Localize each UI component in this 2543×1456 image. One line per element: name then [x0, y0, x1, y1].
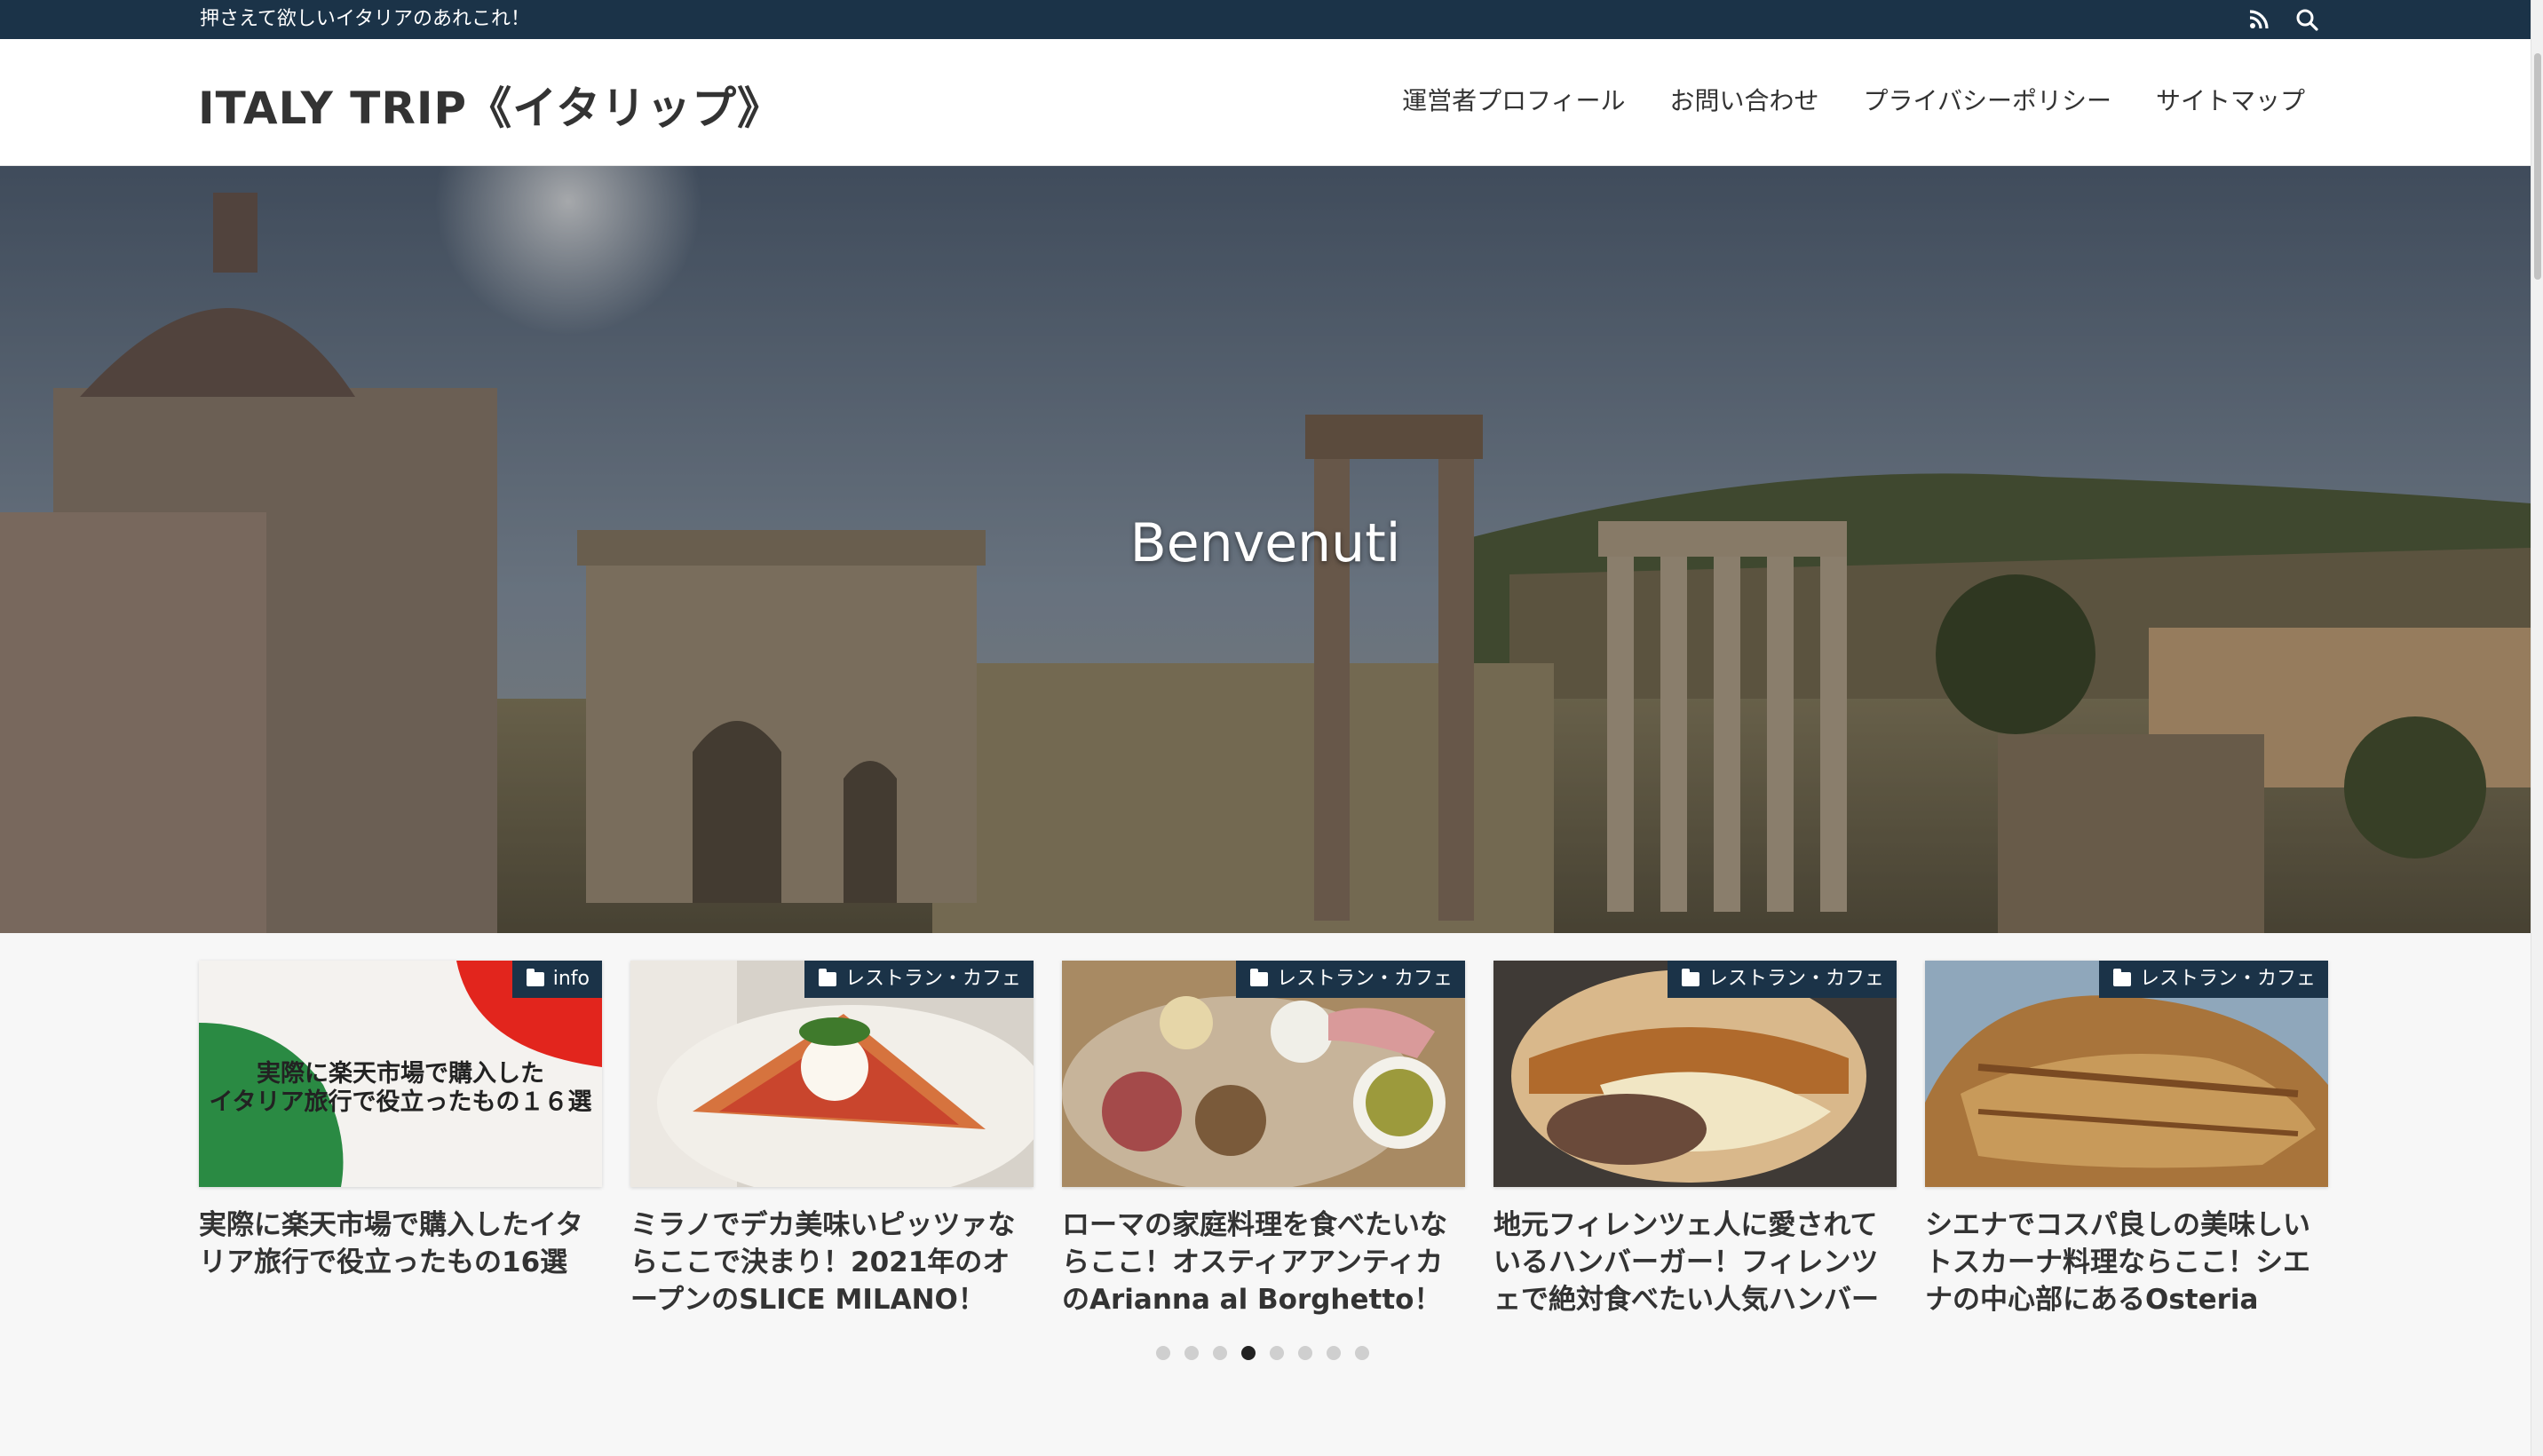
page-scrollbar[interactable]	[2531, 0, 2543, 1456]
post-title[interactable]: 実際に楽天市場で購入したイタリア旅行で役立ったもの16選	[199, 1207, 602, 1318]
category-badge[interactable]: レストラン・カフェ	[804, 961, 1034, 998]
carousel-dot[interactable]	[1327, 1346, 1341, 1360]
folder-icon	[1249, 969, 1268, 986]
post-thumbnail[interactable]: レストラン・カフェ	[1925, 961, 2328, 1187]
nav-item-privacy-policy[interactable]: プライバシーポリシー	[1864, 82, 2111, 117]
carousel-dot[interactable]	[1355, 1346, 1369, 1360]
post-title[interactable]: シエナでコスパ良しの美味しいトスカーナ料理ならここ！シエナの中心部にあるOste…	[1925, 1207, 2328, 1318]
post-card[interactable]: レストラン・カフェ シエナでコスパ良しの美味しいトスカーナ料理ならここ！シエナの…	[1925, 961, 2328, 1333]
carousel-dot[interactable]	[1213, 1346, 1227, 1360]
post-card[interactable]: 実際に楽天市場で購入した イタリア旅行で役立ったもの１６選 info 実際に楽天…	[199, 961, 602, 1333]
site-title[interactable]: ITALY TRIP《イタリップ》	[198, 73, 782, 137]
folder-icon	[526, 969, 544, 986]
site-tagline: 押さえて欲しいイタリアのあれこれ！	[200, 8, 531, 30]
post-thumbnail[interactable]: レストラン・カフェ	[1062, 961, 1465, 1187]
nav-item-sitemap[interactable]: サイトマップ	[2156, 82, 2305, 117]
search-icon[interactable]	[2293, 5, 2321, 34]
post-carousel: 実際に楽天市場で購入した イタリア旅行で役立ったもの１６選 info 実際に楽天…	[199, 961, 2332, 1333]
folder-icon	[2112, 969, 2131, 986]
scrollbar-thumb[interactable]	[2534, 53, 2541, 280]
rss-icon[interactable]	[2245, 5, 2273, 34]
hero-banner: Benvenuti	[0, 166, 2531, 933]
post-thumbnail[interactable]: 実際に楽天市場で購入した イタリア旅行で役立ったもの１６選 info	[199, 961, 602, 1187]
top-bar-icons	[2245, 5, 2321, 34]
post-thumbnail[interactable]: レストラン・カフェ	[630, 961, 1034, 1187]
carousel-dot[interactable]	[1270, 1346, 1284, 1360]
thumbnail-caption: 実際に楽天市場で購入した イタリア旅行で役立ったもの１６選	[209, 1060, 592, 1116]
post-title[interactable]: 地元フィレンツェ人に愛されているハンバーガー！フィレンツェで絶対食べたい人気ハン…	[1493, 1207, 1897, 1318]
carousel-dot[interactable]	[1241, 1346, 1256, 1360]
main-nav: 運営者プロフィール お問い合わせ プライバシーポリシー サイトマップ	[1402, 82, 2305, 117]
category-badge[interactable]: レストラン・カフェ	[1235, 961, 1465, 998]
carousel-dot[interactable]	[1156, 1346, 1170, 1360]
folder-icon	[1681, 969, 1699, 986]
nav-item-profile[interactable]: 運営者プロフィール	[1402, 82, 1625, 117]
carousel-dot[interactable]	[1298, 1346, 1312, 1360]
post-card[interactable]: レストラン・カフェ ミラノでデカ美味いピッツァならここで決まり！2021年のオー…	[630, 961, 1034, 1333]
site-header: ITALY TRIP《イタリップ》 運営者プロフィール お問い合わせ プライバシ…	[0, 39, 2531, 166]
carousel-pager	[1156, 1346, 1369, 1360]
carousel-dot[interactable]	[1184, 1346, 1199, 1360]
post-thumbnail[interactable]: レストラン・カフェ	[1493, 961, 1897, 1187]
post-title[interactable]: ローマの家庭料理を食べたいならここ！オスティアアンティカのArianna al …	[1062, 1207, 1465, 1318]
category-badge[interactable]: レストラン・カフェ	[2098, 961, 2328, 998]
post-title[interactable]: ミラノでデカ美味いピッツァならここで決まり！2021年のオープンのSLICE M…	[630, 1207, 1034, 1318]
category-badge[interactable]: レストラン・カフェ	[1667, 961, 1897, 998]
category-badge[interactable]: info	[511, 961, 602, 998]
post-card[interactable]: レストラン・カフェ ローマの家庭料理を食べたいならここ！オスティアアンティカのA…	[1062, 961, 1465, 1333]
folder-icon	[818, 969, 836, 986]
hero-title: Benvenuti	[1129, 512, 1401, 574]
top-bar: 押さえて欲しいイタリアのあれこれ！	[0, 0, 2531, 39]
nav-item-contact[interactable]: お問い合わせ	[1670, 82, 1819, 117]
post-card[interactable]: レストラン・カフェ 地元フィレンツェ人に愛されているハンバーガー！フィレンツェで…	[1493, 961, 1897, 1333]
